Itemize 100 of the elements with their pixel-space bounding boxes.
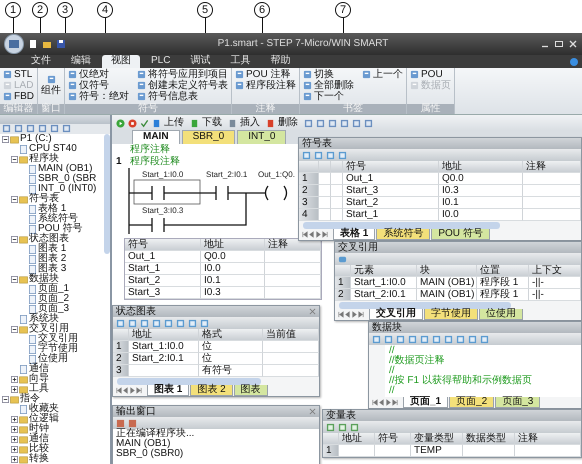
toolbar-button[interactable]: 删除 bbox=[278, 118, 298, 128]
button-icon[interactable] bbox=[68, 70, 77, 79]
expander-icon[interactable] bbox=[11, 436, 18, 442]
ribbon-button[interactable]: 仅符号 bbox=[79, 80, 109, 90]
sheet-tab[interactable]: 页面_2 bbox=[449, 397, 494, 408]
tree-item[interactable]: 页面_2 bbox=[38, 294, 70, 304]
sheet-tab[interactable]: 图表 1 bbox=[147, 385, 190, 396]
tree-item[interactable]: 向导 bbox=[29, 374, 49, 384]
sheet-tab[interactable]: 字节使用 bbox=[424, 309, 478, 320]
editor-tab[interactable]: SBR_0 bbox=[182, 130, 236, 144]
expander-icon[interactable] bbox=[11, 236, 18, 242]
ribbon-button[interactable]: 将符号应用到项目 bbox=[148, 70, 228, 80]
button-icon[interactable] bbox=[303, 70, 312, 79]
ribbon-tab[interactable]: PLC bbox=[142, 55, 180, 68]
tree-item[interactable]: 收藏夹 bbox=[29, 404, 59, 414]
tree-item[interactable]: 符号表 bbox=[29, 194, 59, 204]
expander-icon[interactable] bbox=[11, 196, 18, 202]
tree-item[interactable]: CPU ST40 bbox=[29, 144, 77, 154]
expander-icon[interactable] bbox=[11, 426, 18, 432]
editor-tab[interactable]: INT_0 bbox=[237, 130, 286, 144]
tree-item[interactable]: 转换 bbox=[29, 454, 49, 464]
tree-item[interactable]: SBR_0 (SBR bbox=[38, 174, 96, 184]
tree-item[interactable]: 状态图表 bbox=[29, 234, 69, 244]
tool-icon[interactable] bbox=[338, 254, 347, 264]
ribbon-button[interactable]: POU 注释 bbox=[246, 70, 290, 80]
stop-icon[interactable] bbox=[128, 118, 137, 128]
button-icon[interactable] bbox=[235, 70, 244, 79]
tree-item[interactable]: 页面_3 bbox=[38, 304, 70, 314]
expander-icon[interactable] bbox=[2, 136, 9, 142]
expander-icon[interactable] bbox=[11, 376, 18, 382]
tree-item[interactable]: 程序块 bbox=[29, 154, 59, 164]
tree-item[interactable]: 系统符号 bbox=[38, 214, 78, 224]
ribbon-button[interactable]: 程序段注释 bbox=[246, 80, 296, 90]
tree-item[interactable]: P1 (C:) bbox=[20, 134, 52, 144]
sheet-navigation-icon[interactable] bbox=[372, 399, 398, 406]
ribbon-button[interactable]: STL bbox=[14, 70, 32, 80]
maximize-button[interactable] bbox=[554, 39, 564, 49]
tree-item[interactable]: 图表 2 bbox=[38, 254, 66, 264]
ribbon-button[interactable]: 符号信息表 bbox=[148, 92, 198, 102]
button-icon[interactable] bbox=[137, 92, 146, 101]
help-icon[interactable] bbox=[569, 56, 579, 66]
tree-item[interactable]: 位使用 bbox=[38, 354, 68, 364]
sheet-navigation-icon[interactable] bbox=[338, 311, 364, 318]
tree-item[interactable]: 通信 bbox=[29, 364, 49, 374]
close-icon[interactable] bbox=[309, 308, 316, 315]
sheet-tab[interactable]: 图表 2 bbox=[190, 385, 233, 396]
tree-item[interactable]: 时钟 bbox=[29, 424, 49, 434]
ribbon-button[interactable]: 符号：绝对 bbox=[79, 92, 129, 102]
ribbon-tab[interactable]: 文件 bbox=[22, 55, 60, 68]
ribbon-tab[interactable]: 工具 bbox=[221, 55, 260, 68]
sheet-tab[interactable]: 系统符号 bbox=[376, 229, 430, 240]
expander-icon[interactable] bbox=[2, 396, 9, 402]
ribbon-button[interactable]: 创建未定义符号表 bbox=[148, 80, 228, 90]
toolbar-button[interactable]: 插入 bbox=[240, 118, 260, 128]
ribbon-button[interactable]: 组件 bbox=[41, 86, 61, 96]
tree-item[interactable]: POU 符号 bbox=[38, 224, 82, 234]
ribbon-button[interactable]: 全部删除 bbox=[314, 80, 354, 90]
button-icon[interactable] bbox=[137, 81, 146, 90]
tree-item[interactable]: 系统块 bbox=[29, 314, 59, 324]
folder-icon[interactable] bbox=[42, 39, 52, 49]
tree-item[interactable]: MAIN (OB1) bbox=[38, 164, 92, 174]
sheet-tab[interactable]: 交叉引用 bbox=[369, 309, 423, 320]
button-icon[interactable] bbox=[410, 70, 419, 79]
tree-item[interactable]: INT_0 (INT0) bbox=[38, 184, 96, 194]
tree-item[interactable]: 交叉引用 bbox=[29, 324, 69, 334]
tree-item[interactable]: 工具 bbox=[29, 384, 49, 394]
button-icon[interactable] bbox=[68, 81, 77, 90]
toolbar-button[interactable]: 上传 bbox=[164, 118, 184, 128]
sheet-navigation-icon[interactable] bbox=[302, 231, 328, 238]
run-icon[interactable] bbox=[116, 118, 125, 128]
ribbon-tab[interactable]: 调试 bbox=[181, 55, 220, 68]
ribbon-button[interactable]: 切换 bbox=[314, 70, 334, 80]
ribbon-button[interactable]: 仅绝对 bbox=[79, 70, 109, 80]
expander-icon[interactable] bbox=[11, 446, 18, 452]
button-icon[interactable] bbox=[46, 75, 56, 84]
tree-item[interactable]: 表格 1 bbox=[38, 204, 66, 214]
sheet-tab[interactable]: 页面_1 bbox=[403, 397, 448, 408]
ribbon-button[interactable]: FBD bbox=[14, 92, 34, 102]
expander-icon[interactable] bbox=[11, 156, 18, 162]
tree-item[interactable]: 图表 3 bbox=[38, 264, 66, 274]
button-icon[interactable] bbox=[68, 92, 77, 101]
tree-item[interactable]: 指令 bbox=[20, 394, 40, 404]
app-logo-icon[interactable] bbox=[4, 34, 24, 54]
tree-item[interactable]: 比较 bbox=[29, 444, 49, 454]
expander-icon[interactable] bbox=[11, 326, 18, 332]
tree-item[interactable]: 通信 bbox=[29, 434, 49, 444]
tree-item[interactable]: 字节使用 bbox=[38, 344, 78, 354]
button-icon[interactable] bbox=[137, 70, 146, 79]
sheet-tab[interactable]: 页面_3 bbox=[495, 397, 540, 408]
scrollbar[interactable] bbox=[117, 378, 262, 385]
ribbon-button[interactable]: 下一个 bbox=[314, 92, 344, 102]
button-icon[interactable] bbox=[303, 92, 312, 101]
ribbon-tab[interactable]: 编辑 bbox=[62, 55, 100, 68]
tree-item[interactable]: 交叉引用 bbox=[38, 334, 78, 344]
scrollbar[interactable] bbox=[339, 302, 512, 309]
close-button[interactable] bbox=[568, 39, 578, 49]
close-icon[interactable] bbox=[309, 408, 316, 415]
tree-item[interactable]: 位逻辑 bbox=[29, 414, 59, 424]
button-icon[interactable] bbox=[190, 118, 199, 128]
sheet-tab[interactable]: POU 符号 bbox=[431, 229, 490, 240]
